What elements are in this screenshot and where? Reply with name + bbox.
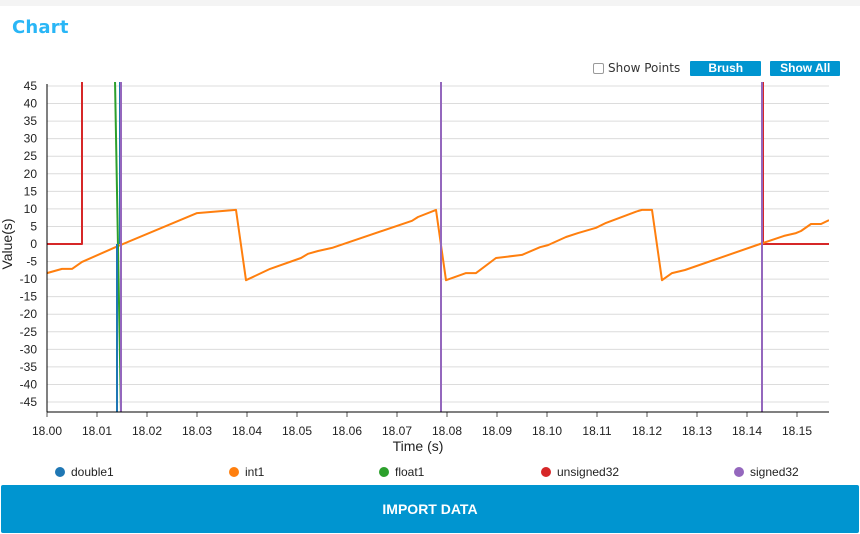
series-line-int1 [47,208,829,282]
y-tick-label: 15 [24,184,38,198]
y-tick-label: -25 [20,325,38,339]
y-tick-label: 40 [24,97,38,111]
x-tick-label: 18.09 [482,424,512,438]
x-tick-label: 18.05 [282,424,312,438]
y-tick-label: 0 [30,237,37,251]
x-tick-label: 18.08 [432,424,462,438]
x-tick-label: 18.03 [182,424,212,438]
show-all-button[interactable]: Show All [770,60,841,76]
x-tick-label: 18.07 [382,424,412,438]
line-chart[interactable]: 45 40 35 30 25 20 15 10 5 0 -5 -10 -15 -20 -25 -30 -35 -4… [0,80,860,460]
y-tick-label: 25 [24,149,38,163]
grid-lines [47,85,829,403]
x-tick-label: 18.02 [132,424,162,438]
x-tick-label: 18.06 [332,424,362,438]
legend-dot-icon [541,467,551,477]
top-bar [0,0,860,6]
y-tick-label: -35 [20,360,38,374]
y-axis-ticks: 45 40 35 30 25 20 15 10 5 0 -5 -10 -15 -20 -25 -30 -35 -4… [20,80,38,409]
y-tick-label: 10 [24,202,38,216]
legend-item-int1[interactable]: int1 [229,465,264,479]
legend-label: float1 [395,465,425,479]
chart-controls: Show Points Brush Show All [593,60,841,76]
y-tick-label: -45 [20,395,38,409]
y-axis-title: Value(s) [0,218,15,269]
series-line-unsigned32 [47,82,83,245]
legend-dot-icon [734,467,744,477]
series-lines [47,82,829,412]
x-axis-title: Time (s) [393,438,444,454]
x-tick-label: 18.15 [782,424,812,438]
show-points-checkbox[interactable] [593,62,604,74]
y-tick-label: 5 [30,219,37,233]
x-tick-label: 18.04 [232,424,262,438]
x-tick-label: 18.00 [32,424,62,438]
legend-item-signed32[interactable]: signed32 [734,465,799,479]
legend-dot-icon [379,467,389,477]
page-title: Chart [12,17,69,38]
x-tick-label: 18.14 [732,424,762,438]
legend-item-float1[interactable]: float1 [379,465,424,479]
brush-button[interactable]: Brush [690,60,762,76]
y-tick-label: -40 [20,377,38,391]
series-line-unsigned32 [762,82,829,245]
y-tick-label: -5 [26,255,37,269]
x-tick-label: 18.10 [532,424,562,438]
legend-label: unsigned32 [557,465,620,479]
y-tick-label: 20 [24,167,38,181]
y-tick-label: 35 [24,114,38,128]
legend-dot-icon [55,467,65,477]
y-tick-label: -20 [20,307,38,321]
x-tick-label: 18.13 [682,424,712,438]
x-axis-ticks: 18.00 18.01 18.02 18.03 18.04 18.05 18.06 18.07… [32,412,812,438]
y-tick-label: 30 [24,132,38,146]
legend-label: int1 [245,465,265,479]
x-tick-label: 18.01 [82,424,112,438]
y-tick-label: -30 [20,342,38,356]
x-tick-label: 18.12 [632,424,662,438]
y-tick-label: -10 [20,272,38,286]
legend-item-double1[interactable]: double1 [55,465,114,479]
show-points-label[interactable]: Show Points [608,61,680,75]
legend-dot-icon [229,467,239,477]
y-tick-label: -15 [20,290,38,304]
legend-label: double1 [71,465,114,479]
legend-item-unsigned32[interactable]: unsigned32 [541,465,619,479]
chart-legend: double1 int1 float1 unsigned32 signed32 [0,465,860,481]
x-tick-label: 18.11 [582,424,611,438]
legend-label: signed32 [750,465,799,479]
import-data-button[interactable]: IMPORT DATA [1,485,859,533]
y-tick-label: 45 [24,80,38,93]
